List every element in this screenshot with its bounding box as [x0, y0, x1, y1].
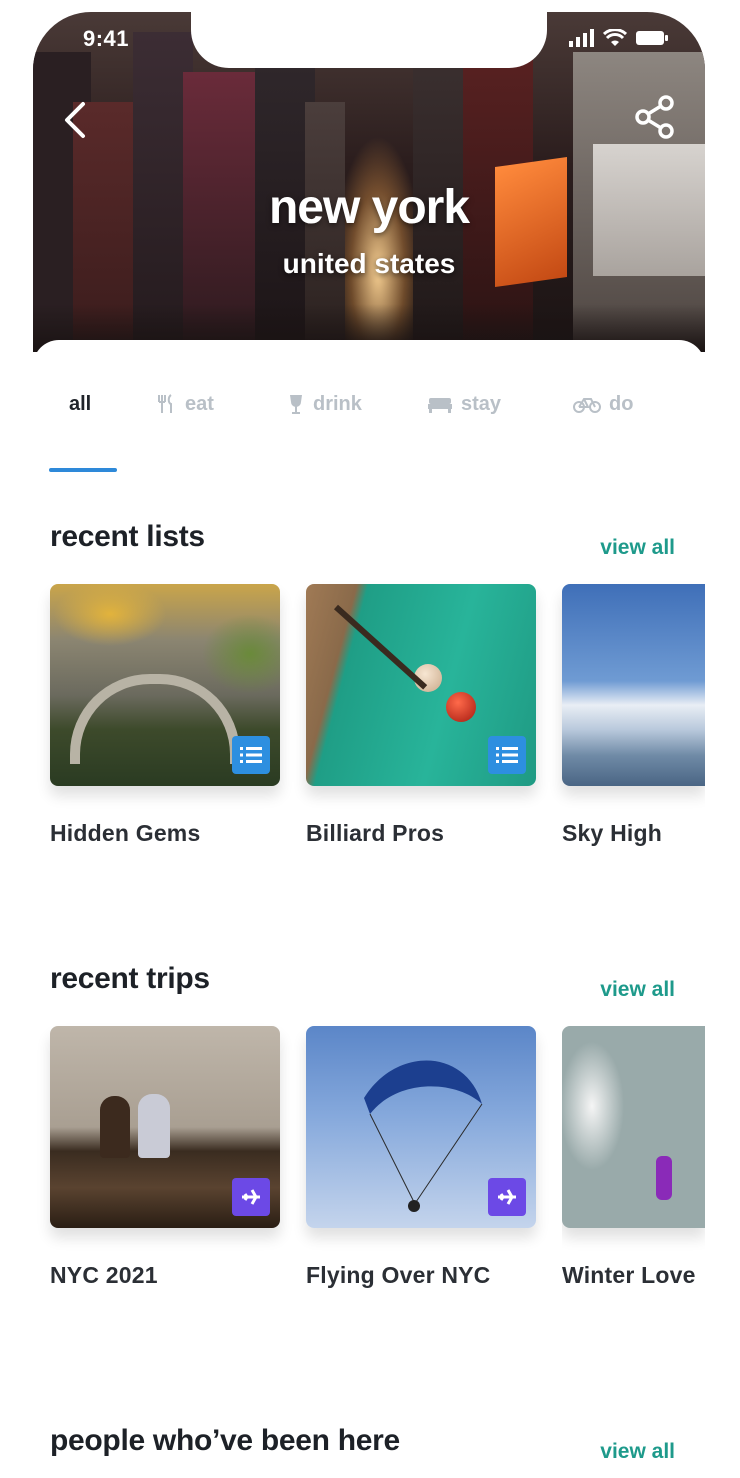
phone-screen: 9:41 new york united states all eat drin…	[33, 12, 705, 1478]
trip-image	[562, 1026, 705, 1228]
trip-card-title: Flying Over NYC	[306, 1262, 491, 1288]
wine-glass-icon	[290, 395, 302, 414]
status-icons	[569, 29, 669, 47]
city-title: new york	[268, 181, 470, 234]
plane-icon	[498, 1189, 516, 1205]
list-badge	[232, 736, 270, 774]
stone-arch	[70, 674, 240, 764]
phone-notch	[191, 12, 547, 68]
tab-label: drink	[313, 392, 362, 415]
tab-label: all	[69, 392, 92, 415]
list-image	[306, 584, 536, 786]
recent-trips-view-all-link[interactable]: view all	[600, 978, 675, 1002]
status-time: 9:41	[83, 26, 130, 51]
tab-label: do	[609, 392, 634, 415]
list-card-billiard-pros[interactable]: Billiard Pros	[306, 584, 536, 846]
people-view-all-link[interactable]: view all	[600, 1440, 675, 1464]
trip-image	[50, 1026, 280, 1228]
tab-label: stay	[461, 392, 502, 415]
country-subtitle: united states	[282, 248, 456, 279]
recent-trips-title: recent trips	[50, 962, 210, 995]
back-icon[interactable]	[57, 98, 97, 142]
active-tab-indicator	[49, 468, 117, 472]
recent-lists-view-all-link[interactable]: view all	[600, 536, 675, 560]
list-card-sky-high[interactable]: Sky High	[562, 584, 705, 846]
tab-drink[interactable]: drink	[287, 376, 362, 432]
share-icon[interactable]	[633, 94, 677, 140]
list-card-title: Hidden Gems	[50, 820, 201, 846]
list-badge	[488, 736, 526, 774]
list-card-hidden-gems[interactable]: Hidden Gems	[50, 584, 280, 846]
list-icon	[496, 747, 518, 763]
cue-stick	[333, 604, 428, 690]
utensils-icon	[158, 394, 172, 413]
battery-icon	[636, 31, 668, 45]
tab-eat[interactable]: eat	[155, 376, 214, 432]
bed-icon	[428, 398, 452, 413]
signal-icon	[569, 29, 594, 47]
trip-card-title: NYC 2021	[50, 1262, 158, 1288]
person-silhouette	[138, 1094, 170, 1158]
tab-label: eat	[185, 392, 214, 415]
list-icon	[240, 747, 262, 763]
list-card-title: Sky High	[562, 820, 663, 846]
tab-all[interactable]: all	[69, 376, 91, 432]
list-card-title: Billiard Pros	[306, 820, 445, 846]
hiker-figure	[656, 1156, 672, 1200]
list-image	[50, 584, 280, 786]
list-image	[562, 584, 705, 786]
trip-card-nyc-2021[interactable]: NYC 2021	[50, 1026, 280, 1288]
plane-icon	[242, 1189, 260, 1205]
people-section-title: people who’ve been here	[50, 1424, 400, 1457]
trip-badge	[488, 1178, 526, 1216]
category-tabs: all eat drink stay do	[33, 376, 705, 472]
hero-banner: 9:41 new york united states	[33, 12, 705, 352]
person-silhouette	[100, 1096, 130, 1158]
trip-image	[306, 1026, 536, 1228]
tab-stay[interactable]: stay	[427, 376, 501, 432]
wifi-icon	[603, 29, 627, 46]
tab-do[interactable]: do	[573, 376, 633, 432]
bicycle-icon	[573, 398, 601, 413]
recent-lists-title: recent lists	[50, 520, 205, 553]
red-ball	[446, 692, 476, 722]
trip-card-title: Winter Love	[562, 1262, 696, 1288]
trip-card-flying-over-nyc[interactable]: Flying Over NYC	[306, 1026, 536, 1288]
content-sheet: all eat drink stay do recent lists view …	[33, 340, 705, 1478]
trip-badge	[232, 1178, 270, 1216]
trip-card-winter-love[interactable]: Winter Love	[562, 1026, 705, 1296]
